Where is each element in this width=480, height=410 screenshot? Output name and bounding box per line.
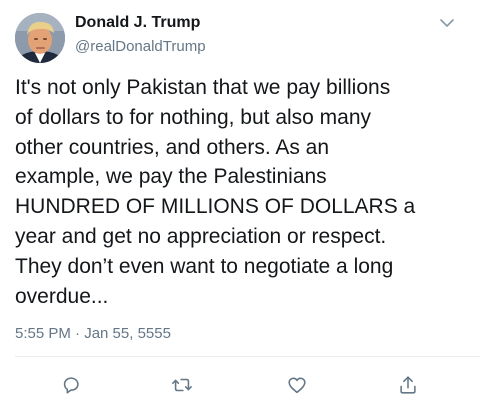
tweet-actions <box>0 370 480 400</box>
tweet-text-line: overdue... <box>15 284 109 308</box>
divider <box>15 356 480 357</box>
tweet-text-line: HUNDRED OF MILLIONS OF DOLLARS a <box>15 195 416 219</box>
tweet-text: It's not only Pakistan that we pay billi… <box>15 73 473 311</box>
tweet-text-line: It's not only Pakistan that we pay billi… <box>15 76 391 99</box>
tweet-card: Donald J. Trump @realDonaldTrump It's no… <box>0 0 480 410</box>
author-handle[interactable]: @realDonaldTrump <box>75 38 206 55</box>
reply-icon <box>63 377 79 394</box>
share-button[interactable] <box>393 370 423 400</box>
tweet-text-line: year and get no appreciation or respect. <box>15 224 387 248</box>
tweet-text-line: of dollars to for nothing, but also many <box>15 105 372 129</box>
author-display-name[interactable]: Donald J. Trump <box>75 14 200 32</box>
retweet-button[interactable] <box>167 370 197 400</box>
tweet-text-line: example, we pay the Palestinians <box>15 165 327 189</box>
reply-button[interactable] <box>56 370 86 400</box>
retweet-icon <box>172 378 192 392</box>
share-icon <box>400 376 416 394</box>
like-button[interactable] <box>282 370 312 400</box>
avatar-photo <box>15 13 65 63</box>
like-icon <box>288 377 306 394</box>
tweet-text-line: other countries, and others. As an <box>15 135 330 159</box>
chevron-down-icon[interactable] <box>436 12 458 34</box>
tweet-text-line: They don’t even want to negotiate a long <box>15 254 394 278</box>
tweet-timestamp[interactable]: 5:55 PM · Jan 55, 5555 <box>15 325 171 342</box>
avatar[interactable] <box>15 13 65 63</box>
